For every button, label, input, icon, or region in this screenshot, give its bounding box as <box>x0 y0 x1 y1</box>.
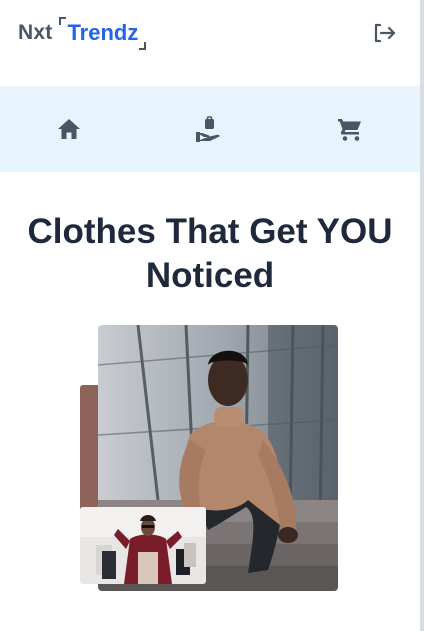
nav-home-link[interactable] <box>55 115 83 143</box>
logout-button[interactable] <box>373 22 397 44</box>
hero-title-line-2: Noticed <box>145 256 275 295</box>
nav-products-link[interactable] <box>195 115 223 143</box>
hero-title-line-1: Clothes That Get YOU <box>27 212 393 251</box>
hero-shopping-thumbnail <box>80 507 206 584</box>
logout-icon <box>374 23 396 43</box>
products-icon <box>196 116 220 142</box>
logo-prefix: Nxt <box>18 21 53 44</box>
hero-image-group <box>80 325 340 593</box>
logo-name-wrapper: Trendz <box>59 17 147 50</box>
scroll-edge <box>420 0 424 631</box>
logo-bracket-bottom-right <box>139 42 147 50</box>
home-icon <box>58 119 80 139</box>
nav-cart-link[interactable] <box>336 115 364 143</box>
hero-title: Clothes That Get YOU Noticed <box>0 210 420 298</box>
logo-bracket-top-left <box>59 17 67 25</box>
brand-logo[interactable]: Nxt Trendz <box>18 16 147 50</box>
cart-icon <box>338 119 361 141</box>
app-header: Nxt Trendz <box>0 0 420 86</box>
logo-name: Trendz <box>67 20 139 45</box>
mobile-nav-bar <box>0 86 420 172</box>
